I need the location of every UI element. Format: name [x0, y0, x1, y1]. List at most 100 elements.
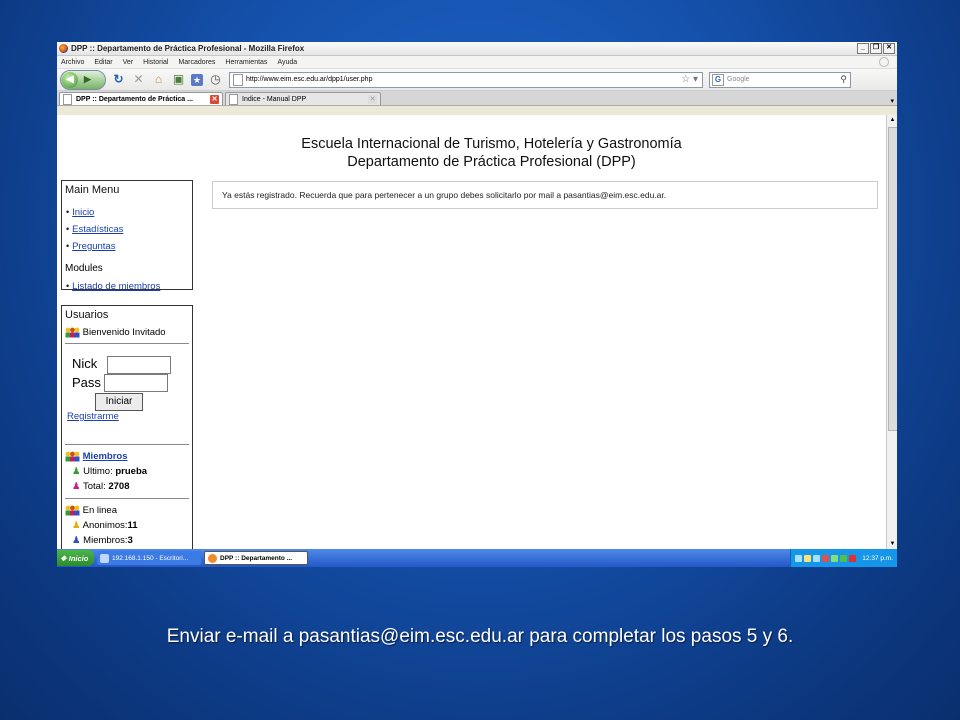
nick-input[interactable] — [107, 356, 171, 374]
firefox-icon — [59, 44, 68, 53]
divider — [65, 498, 189, 499]
anon-value: 11 — [127, 520, 138, 531]
register-link[interactable]: Registrarme — [67, 411, 119, 422]
members-link[interactable]: Miembros — [83, 451, 128, 462]
login-button[interactable]: Iniciar — [95, 393, 143, 411]
menu-ayuda[interactable]: Ayuda — [277, 59, 297, 66]
guest-name: Invitado — [132, 327, 166, 339]
tab-bar: DPP :: Departamento de Práctica ... ✕ In… — [57, 91, 897, 106]
url-bar[interactable]: http://www.eim.esc.edu.ar/dpp1/user.php … — [229, 71, 703, 88]
registration-message: Ya estás registrado. Recuerda que para p… — [212, 181, 878, 209]
taskbar-item-firefox[interactable]: DPP :: Departamento ... — [204, 551, 308, 565]
start-button[interactable]: ❖ Inicio — [57, 550, 94, 566]
close-tab-icon[interactable]: ✕ — [368, 94, 377, 104]
last-member-line: ♟ Ultimo: prueba — [72, 466, 147, 477]
slide-caption: Enviar e-mail a pasantias@eim.esc.edu.ar… — [166, 626, 794, 647]
back-icon[interactable]: ◀ — [62, 71, 78, 88]
list-item: • Preguntas — [66, 237, 192, 254]
bookmark-icon[interactable]: ★ — [191, 73, 203, 86]
user-icon: ♟ — [72, 466, 81, 477]
divider — [65, 343, 189, 345]
search-box[interactable]: G Google ⚲ — [709, 71, 851, 88]
scroll-up-icon[interactable]: ▲ — [888, 115, 897, 125]
menu-editar[interactable]: Editar — [94, 59, 112, 66]
vertical-scrollbar[interactable]: ▲ ▼ — [886, 115, 897, 549]
reload-icon[interactable]: ↻ — [111, 72, 126, 87]
welcome-text: Bienvenido — [82, 327, 130, 339]
menu-bar: Archivo Editar Ver Historial Marcadores … — [57, 56, 897, 69]
menu-link-inicio[interactable]: Inicio — [72, 207, 94, 218]
page-header-school: Escuela Internacional de Turismo, Hotele… — [301, 136, 682, 152]
star-icon[interactable]: ☆ ▾ — [681, 74, 698, 85]
tray-monitor-icon[interactable] — [813, 554, 821, 562]
close-tab-icon[interactable]: ✕ — [210, 94, 219, 104]
users-title: Usuarios — [65, 309, 109, 321]
url-text[interactable]: http://www.eim.esc.edu.ar/dpp1/user.php — [246, 76, 372, 83]
welcome-line: Bienvenido Invitado — [65, 327, 192, 338]
window-titlebar: DPP :: Departamento de Práctica Profesio… — [57, 42, 897, 56]
anon-label: Anonimos: — [82, 520, 128, 531]
window-controls: _ ❐ ✕ — [857, 43, 895, 54]
tab-manual[interactable]: Indice - Manual DPP ✕ — [225, 92, 381, 105]
scroll-thumb[interactable] — [888, 127, 897, 431]
menu-link-estadisticas[interactable]: Estadísticas — [72, 224, 123, 235]
taskbar-item-remote[interactable]: 192.168.1.150 - Escritori... — [97, 551, 201, 565]
divider — [65, 444, 189, 445]
menu-ver[interactable]: Ver — [123, 59, 134, 66]
page-add-icon[interactable]: ▣ — [171, 72, 186, 87]
modules-title: Modules — [65, 263, 103, 274]
tray-antivirus-icon[interactable] — [822, 554, 830, 562]
page-icon — [63, 93, 72, 105]
menu-marcadores[interactable]: Marcadores — [178, 59, 215, 66]
page-header-department: Departamento de Práctica Profesional (DP… — [347, 154, 636, 170]
users-icon — [65, 327, 80, 338]
pass-input[interactable] — [104, 374, 168, 392]
pass-label: Pass — [72, 375, 101, 390]
remote-desktop-icon — [100, 553, 109, 563]
last-value: prueba — [115, 466, 148, 477]
start-label: Inicio — [68, 553, 89, 563]
total-value: 2708 — [108, 481, 130, 492]
search-placeholder[interactable]: Google — [727, 76, 750, 83]
tray-shield-icon[interactable] — [804, 554, 812, 562]
taskbar-item-remote-label: 192.168.1.150 - Escritori... — [112, 554, 189, 562]
user-icon: ♟ — [72, 535, 81, 546]
forward-icon[interactable]: ▶ — [84, 74, 91, 85]
close-icon[interactable]: ✕ — [883, 43, 895, 54]
menu-archivo[interactable]: Archivo — [61, 59, 84, 66]
module-link-members[interactable]: Listado de miembros — [72, 281, 160, 292]
tray-update-icon[interactable] — [831, 554, 839, 562]
history-icon[interactable]: ◷ — [208, 72, 223, 87]
minimize-icon[interactable]: _ — [857, 43, 869, 54]
home-icon[interactable]: ⌂ — [151, 72, 166, 87]
bullet-icon: • — [66, 207, 70, 217]
page-icon — [233, 73, 243, 86]
list-item: • Listado de miembros — [66, 276, 192, 294]
last-label: Ultimo: — [83, 466, 113, 477]
menu-historial[interactable]: Historial — [143, 59, 168, 66]
members-line: Miembros — [65, 451, 128, 462]
scroll-down-icon[interactable]: ▼ — [888, 539, 897, 549]
online-line: En linea — [65, 505, 117, 516]
tab-dpp[interactable]: DPP :: Departamento de Práctica ... ✕ — [59, 92, 223, 105]
menu-link-preguntas[interactable]: Preguntas — [72, 241, 115, 252]
user-icon: ♟ — [72, 481, 81, 492]
window-title: DPP :: Departamento de Práctica Profesio… — [71, 44, 305, 53]
main-menu-list: • Inicio • Estadísticas • Preguntas — [66, 203, 192, 254]
page-icon — [229, 93, 238, 105]
search-icon[interactable]: ⚲ — [840, 74, 847, 85]
throbber-icon — [879, 57, 889, 67]
bullet-icon: • — [66, 241, 70, 251]
menu-herramientas[interactable]: Herramientas — [225, 59, 267, 66]
tray-alert-icon[interactable] — [849, 554, 857, 562]
user-icon: ♟ — [72, 520, 81, 531]
system-tray: 12:37 p.m. — [790, 549, 897, 567]
stop-icon[interactable]: ✕ — [131, 72, 146, 87]
users-block: Usuarios Bienvenido Invitado Nick Pass I… — [61, 305, 193, 549]
google-icon: G — [712, 73, 724, 86]
users-icon — [65, 505, 80, 516]
tray-network-icon[interactable] — [795, 554, 803, 562]
tab-list-icon[interactable]: ▾ — [890, 97, 894, 105]
restore-icon[interactable]: ❐ — [870, 43, 882, 54]
tray-volume-icon[interactable] — [840, 554, 848, 562]
